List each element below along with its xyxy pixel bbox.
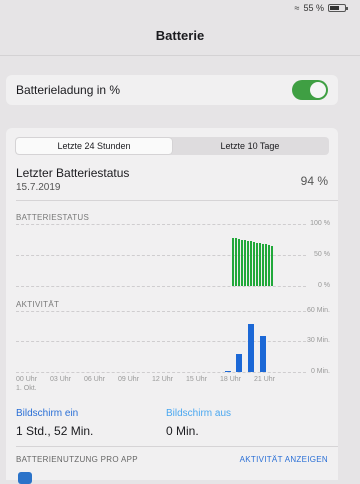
battery-bar	[262, 243, 264, 286]
x-tick-label: 00 Uhr	[16, 376, 38, 383]
battery-chart-label: BATTERIESTATUS	[16, 213, 90, 222]
gridline-0-min	[16, 372, 306, 373]
screen-off-value: 0 Min.	[166, 424, 199, 438]
activity-bar	[248, 324, 254, 372]
battery-bar	[265, 244, 267, 286]
screen-off-label: Bildschirm aus	[166, 408, 232, 419]
battery-ytick-50: 50 %	[314, 251, 330, 258]
status-bar: ≈ 55 %	[294, 3, 348, 13]
x-tick-label: 15 Uhr	[186, 376, 208, 383]
time-range-segmented-control: Letzte 24 Stunden Letzte 10 Tage	[15, 137, 329, 155]
x-date-label: 1. Okt.	[16, 385, 37, 392]
activity-ytick-30: 30 Min.	[307, 337, 330, 344]
screen-on-label: Bildschirm ein	[16, 408, 79, 419]
usage-per-app-title: BATTERIENUTZUNG PRO APP	[16, 455, 138, 464]
battery-percentage-toggle[interactable]	[292, 80, 328, 100]
battery-usage-panel: Letzte 24 Stunden Letzte 10 Tage Letzter…	[6, 128, 338, 484]
last-status-date: 15.7.2019	[16, 182, 61, 193]
x-tick-label: 21 Uhr	[254, 376, 276, 383]
toggle-knob	[310, 82, 326, 98]
gridline-60	[16, 311, 306, 312]
app-icon	[18, 472, 32, 484]
x-tick-label: 12 Uhr	[152, 376, 174, 383]
tab-last-24-hours[interactable]: Letzte 24 Stunden	[16, 138, 172, 154]
gridline-0	[16, 286, 306, 287]
battery-percentage-label: Batterieladung in %	[16, 83, 121, 97]
x-tick-label: 06 Uhr	[84, 376, 106, 383]
battery-bar	[241, 239, 243, 286]
activity-bar	[236, 353, 242, 372]
battery-bar	[235, 238, 237, 286]
battery-bar	[232, 237, 234, 286]
battery-bar	[259, 243, 261, 286]
divider	[16, 446, 338, 447]
header-divider	[0, 55, 360, 56]
x-tick-label: 18 Uhr	[220, 376, 242, 383]
activity-ytick-60: 60 Min.	[307, 307, 330, 314]
page-title: Batterie	[155, 28, 205, 43]
gridline-100	[16, 224, 306, 225]
screen-on-value: 1 Std., 52 Min.	[16, 424, 94, 438]
battery-bar	[250, 241, 252, 286]
battery-bar	[244, 240, 246, 286]
tab-last-10-days[interactable]: Letzte 10 Tage	[172, 138, 328, 154]
activity-bar	[260, 336, 266, 372]
activity-chart-label: AKTIVITÄT	[16, 300, 60, 309]
x-tick-label: 03 Uhr	[50, 376, 72, 383]
battery-percentage-row: Batterieladung in %	[6, 75, 338, 105]
last-status-title: Letzter Batteriestatus	[16, 166, 130, 180]
battery-bar	[247, 240, 249, 286]
battery-percent: 55 %	[303, 3, 324, 13]
divider	[16, 200, 338, 201]
show-activity-link[interactable]: AKTIVITÄT ANZEIGEN	[240, 455, 328, 464]
battery-ytick-100: 100 %	[310, 220, 330, 227]
battery-bar	[253, 241, 255, 286]
x-tick-label: 09 Uhr	[118, 376, 140, 383]
battery-bar	[271, 245, 273, 286]
battery-bar	[268, 245, 270, 286]
battery-ytick-0: 0 %	[317, 282, 330, 289]
battery-bar	[256, 242, 258, 286]
battery-bar	[238, 238, 240, 286]
battery-icon	[328, 4, 348, 12]
last-status-percent: 94 %	[300, 174, 328, 188]
activity-bar	[225, 370, 231, 372]
wifi-icon: ≈	[294, 3, 300, 13]
activity-ytick-0: 0 Min.	[310, 368, 330, 375]
